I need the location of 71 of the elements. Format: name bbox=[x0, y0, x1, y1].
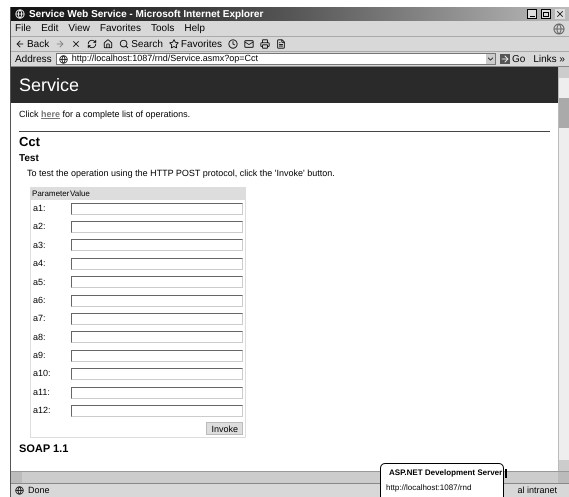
section-title: SOAP 1.1 bbox=[19, 443, 70, 456]
menu-item[interactable]: Edit bbox=[41, 21, 58, 36]
page-icon bbox=[58, 54, 68, 64]
go-button[interactable]: Go bbox=[500, 52, 526, 66]
window-title: Service Web Service - Microsoft Internet Explorer bbox=[29, 8, 264, 22]
value-field[interactable] bbox=[71, 276, 243, 288]
value-field[interactable] bbox=[71, 404, 243, 417]
parameter-label: a4: bbox=[33, 257, 47, 270]
invoke-button[interactable]: Invoke bbox=[206, 422, 243, 436]
value-field[interactable] bbox=[71, 202, 243, 215]
parameter-label: a2: bbox=[33, 220, 47, 234]
minimize-button[interactable] bbox=[527, 9, 537, 19]
value-field[interactable] bbox=[71, 221, 243, 234]
value-field[interactable] bbox=[71, 368, 243, 380]
links-button[interactable]: Links » bbox=[533, 52, 565, 66]
vertical-scrollbar[interactable] bbox=[558, 67, 569, 471]
parameter-label: a5: bbox=[33, 276, 47, 288]
parameter-label: a11: bbox=[33, 386, 51, 399]
favorites-button[interactable]: Favorites bbox=[168, 36, 222, 52]
browser-icon bbox=[15, 9, 25, 19]
menu-item[interactable]: Favorites bbox=[100, 21, 141, 36]
value-field[interactable] bbox=[71, 313, 243, 326]
home-icon[interactable] bbox=[103, 39, 114, 49]
instructions-text: To test the operation using the HTTP POST protocol, click the 'Invoke' button. bbox=[27, 168, 336, 178]
print-icon[interactable] bbox=[260, 39, 270, 49]
mail-icon[interactable] bbox=[244, 39, 254, 49]
operations-link[interactable]: here bbox=[41, 109, 60, 119]
value-field[interactable] bbox=[71, 258, 243, 270]
stop-icon[interactable] bbox=[71, 39, 82, 49]
back-arrow-icon bbox=[15, 39, 25, 49]
parameter-label: a9: bbox=[33, 349, 47, 362]
parameter-label: a6: bbox=[33, 294, 47, 307]
star-icon bbox=[168, 39, 179, 49]
forward-icon[interactable] bbox=[55, 39, 66, 49]
parameter-label: a8: bbox=[33, 330, 47, 344]
back-button[interactable]: Back bbox=[15, 36, 50, 52]
edit-icon[interactable] bbox=[276, 39, 286, 49]
maximize-button[interactable] bbox=[541, 9, 551, 19]
parameter-label: a10: bbox=[33, 367, 52, 380]
value-field[interactable] bbox=[71, 331, 243, 344]
parameter-label: a12: bbox=[33, 404, 52, 418]
search-button[interactable]: Search bbox=[119, 36, 163, 52]
value-field[interactable] bbox=[71, 350, 243, 362]
zone-text: al intranet bbox=[517, 484, 558, 497]
address-field[interactable]: http://localhost:1087/rnd/Service.asmx?op=Cct bbox=[56, 53, 496, 65]
parameter-label: a7: bbox=[33, 312, 47, 326]
refresh-icon[interactable] bbox=[87, 39, 98, 49]
column-header: Value bbox=[70, 188, 90, 200]
history-icon[interactable] bbox=[228, 39, 238, 49]
intro-text: Click here for a complete list of operations. bbox=[19, 108, 192, 121]
menu-item[interactable]: Tools bbox=[150, 21, 174, 36]
page-title: Service bbox=[19, 74, 80, 96]
browser-logo-icon bbox=[553, 22, 565, 34]
menu-item[interactable]: Help bbox=[184, 21, 205, 36]
value-field[interactable] bbox=[71, 239, 243, 252]
parameter-label: a1: bbox=[33, 202, 47, 215]
value-field[interactable] bbox=[71, 294, 243, 307]
status-text: Done bbox=[28, 484, 50, 497]
page-icon bbox=[15, 486, 24, 495]
value-field[interactable] bbox=[71, 386, 243, 399]
section-title: Test bbox=[19, 152, 40, 164]
menu-item[interactable]: File bbox=[15, 21, 32, 36]
balloon-text: http://localhost:1087/rnd bbox=[386, 482, 472, 494]
column-header: Parameter bbox=[31, 188, 68, 200]
parameter-label: a3: bbox=[33, 238, 47, 252]
operation-name: Cct bbox=[19, 134, 41, 150]
balloon-title: ASP.NET Development Server bbox=[389, 467, 502, 479]
dropdown-icon[interactable] bbox=[486, 54, 495, 64]
search-icon bbox=[119, 39, 130, 49]
address-label: Address bbox=[15, 52, 52, 66]
menu-item[interactable]: View bbox=[68, 21, 90, 36]
